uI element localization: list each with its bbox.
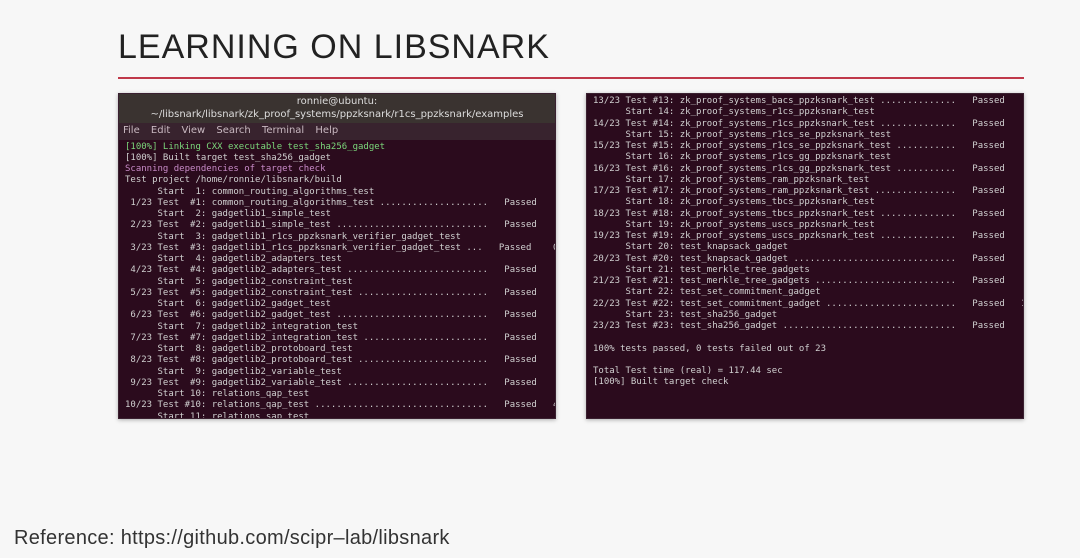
line: Start 10: relations_qap_test [125,389,309,399]
menu-help[interactable]: Help [315,125,338,136]
line: Start 4: gadgetlib2_adapters_test [125,254,342,264]
menu-file[interactable]: File [123,125,140,136]
line: Start 17: zk_proof_systems_ram_ppzksnark… [593,175,869,185]
line: 15/23 Test #15: zk_proof_systems_r1cs_se… [593,141,1024,151]
menu-terminal[interactable]: Terminal [262,125,304,136]
line: [100%] Built target check [593,377,728,387]
line: 5/23 Test #5: gadgetlib2_constraint_test… [125,288,556,298]
line: Start 2: gadgetlib1_simple_test [125,209,331,219]
line: Scanning dependencies of target check [125,164,325,174]
terminal-panels: ronnie@ubuntu: ~/libsnark/libsnark/zk_pr… [0,93,1080,419]
line: Total Test time (real) = 117.44 sec [593,366,783,376]
terminal-left-menubar: File Edit View Search Terminal Help [119,123,555,140]
menu-edit[interactable]: Edit [151,125,170,136]
line: Start 20: test_knapsack_gadget [593,242,788,252]
terminal-left: ronnie@ubuntu: ~/libsnark/libsnark/zk_pr… [118,93,556,419]
line: 19/23 Test #19: zk_proof_systems_uscs_pp… [593,231,1024,241]
terminal-left-body: [100%] Linking CXX executable test_sha25… [119,140,555,420]
line: 2/23 Test #2: gadgetlib1_simple_test ...… [125,220,556,230]
line: 9/23 Test #9: gadgetlib2_variable_test .… [125,378,556,388]
line: 100% tests passed, 0 tests failed out of… [593,344,826,354]
line: 1/23 Test #1: common_routing_algorithms_… [125,198,556,208]
line: Test project /home/ronnie/libsnark/build [125,175,342,185]
line: Start 9: gadgetlib2_variable_test [125,367,342,377]
line: Start 11: relations_sap_test [125,412,309,420]
line: 13/23 Test #13: zk_proof_systems_bacs_pp… [593,96,1024,106]
line: 6/23 Test #6: gadgetlib2_gadget_test ...… [125,310,556,320]
line: 18/23 Test #18: zk_proof_systems_tbcs_pp… [593,209,1024,219]
slide-title: LEARNING ON LIBSNARK [118,28,1080,67]
terminal-right-body: 13/23 Test #13: zk_proof_systems_bacs_pp… [587,94,1023,395]
line: Start 18: zk_proof_systems_tbcs_ppzksnar… [593,197,875,207]
line: Start 16: zk_proof_systems_r1cs_gg_ppzks… [593,152,891,162]
slide-reference: Reference: https://github.com/scipr–lab/… [14,527,450,550]
line: 17/23 Test #17: zk_proof_systems_ram_ppz… [593,186,1024,196]
slide-divider [118,77,1024,79]
line: Start 7: gadgetlib2_integration_test [125,322,358,332]
line: 4/23 Test #4: gadgetlib2_adapters_test .… [125,265,556,275]
line: Start 5: gadgetlib2_constraint_test [125,277,353,287]
line: Start 23: test_sha256_gadget [593,310,777,320]
line: 3/23 Test #3: gadgetlib1_r1cs_ppzksnark_… [125,243,556,253]
line: Start 6: gadgetlib2_gadget_test [125,299,331,309]
line: 14/23 Test #14: zk_proof_systems_r1cs_pp… [593,119,1024,129]
line: Start 1: common_routing_algorithms_test [125,187,374,197]
line: 7/23 Test #7: gadgetlib2_integration_tes… [125,333,556,343]
line: 8/23 Test #8: gadgetlib2_protoboard_test… [125,355,556,365]
line: 23/23 Test #23: test_sha256_gadget .....… [593,321,1024,331]
menu-search[interactable]: Search [216,125,250,136]
line: 20/23 Test #20: test_knapsack_gadget ...… [593,254,1024,264]
line: 21/23 Test #21: test_merkle_tree_gadgets… [593,276,1024,286]
line: Start 19: zk_proof_systems_uscs_ppzksnar… [593,220,875,230]
line: 10/23 Test #10: relations_qap_test .....… [125,400,556,410]
line: Start 21: test_merkle_tree_gadgets [593,265,810,275]
line: Start 8: gadgetlib2_protoboard_test [125,344,353,354]
line: [100%] Built target test_sha256_gadget [125,153,331,163]
line: Start 15: zk_proof_systems_r1cs_se_ppzks… [593,130,891,140]
line: Start 14: zk_proof_systems_r1cs_ppzksnar… [593,107,875,117]
line: 22/23 Test #22: test_set_commitment_gadg… [593,299,1024,309]
line: [100%] Linking CXX executable test_sha25… [125,142,385,152]
terminal-right: 13/23 Test #13: zk_proof_systems_bacs_pp… [586,93,1024,419]
terminal-left-titlebar: ronnie@ubuntu: ~/libsnark/libsnark/zk_pr… [119,94,555,123]
line: Start 22: test_set_commitment_gadget [593,287,821,297]
line [593,355,598,365]
line: 16/23 Test #16: zk_proof_systems_r1cs_gg… [593,164,1024,174]
line [593,332,598,342]
line: Start 3: gadgetlib1_r1cs_ppzksnark_verif… [125,232,461,242]
menu-view[interactable]: View [181,125,205,136]
